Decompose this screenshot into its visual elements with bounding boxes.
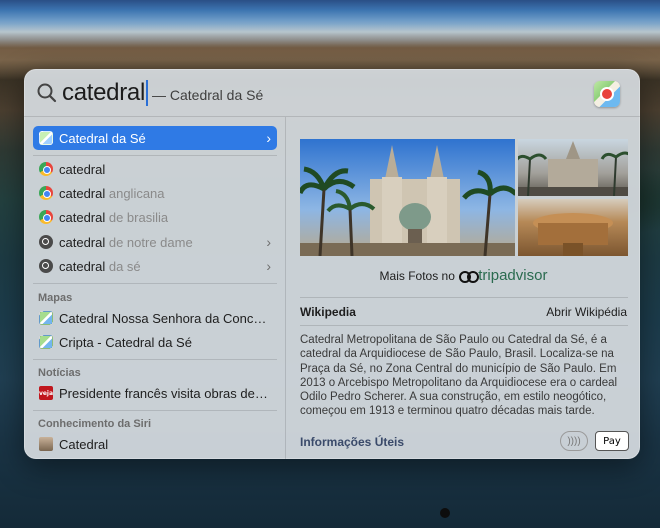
photo-gallery[interactable]: [300, 139, 634, 256]
results-list: Catedral da Sé › catedral catedral angli…: [24, 117, 286, 459]
news-result-label: Presidente francês visita obras de Not..…: [59, 385, 271, 401]
suggestion-row[interactable]: catedral de notre dame ›: [33, 230, 277, 254]
map-icon: [39, 131, 53, 145]
suggestion-typed: catedral: [59, 161, 106, 177]
divider: [33, 283, 277, 284]
tripadvisor-owl-icon: [459, 271, 480, 283]
suggestion-rest: da sé: [105, 258, 141, 274]
suggestion-typed: catedral: [59, 185, 106, 201]
suggestion-row[interactable]: catedral de brasilia: [33, 205, 277, 229]
maps-app-icon[interactable]: [594, 81, 620, 107]
siri-result-label: Catedral: [59, 436, 109, 452]
open-wikipedia-link[interactable]: Abrir Wikipédia: [546, 305, 627, 319]
spotlight-window: catedral — Catedral da Sé Catedral da Sé…: [24, 69, 640, 459]
suggestion-row[interactable]: catedral da sé ›: [33, 254, 277, 278]
cathedral-photo[interactable]: [300, 139, 515, 256]
suggestion-rest: de brasilia: [105, 209, 169, 225]
chrome-icon: [39, 186, 53, 200]
apple-pay-icon: Pay: [595, 431, 629, 451]
news-result-row[interactable]: veja Presidente francês visita obras de …: [33, 381, 277, 405]
map-icon: [39, 311, 53, 325]
search-bar[interactable]: catedral — Catedral da Sé: [24, 69, 640, 117]
preview-pane: Mais Fotos no tripadvisor Wikipedia Abri…: [287, 117, 640, 459]
useful-info-title: Informações Úteis: [300, 435, 405, 449]
wikipedia-title: Wikipedia: [300, 305, 356, 319]
chevron-right-icon: ›: [266, 234, 271, 250]
suggestion-rest: anglicana: [105, 185, 165, 201]
chrome-icon: [39, 210, 53, 224]
chevron-right-icon: ›: [266, 130, 271, 146]
more-photos-label: Mais Fotos no: [379, 269, 455, 283]
contactless-payment-icon: )))): [560, 431, 588, 451]
map-result-row[interactable]: Cripta - Catedral da Sé: [33, 330, 277, 354]
search-query[interactable]: catedral: [62, 79, 145, 107]
search-icon: [37, 83, 57, 102]
map-result-label: Cripta - Catedral da Sé: [59, 334, 192, 350]
news-icon: veja: [39, 386, 53, 400]
search-completion: — Catedral da Sé: [151, 86, 264, 103]
suggestion-rest: de notre dame: [105, 234, 193, 250]
pulpit-illustration: [533, 213, 613, 256]
tripadvisor-link[interactable]: Mais Fotos no tripadvisor: [287, 267, 640, 284]
text-caret: [145, 79, 148, 106]
map-result-row[interactable]: Catedral Nossa Senhora da Conceiçã...: [33, 306, 277, 330]
apple-pay-label: Pay: [603, 435, 621, 447]
suggestion-typed: catedral: [59, 209, 106, 225]
search-icon: [39, 259, 53, 273]
chevron-right-icon: ›: [266, 258, 271, 274]
tripadvisor-logo: tripadvisor: [478, 267, 548, 284]
section-label-maps: Mapas: [38, 292, 73, 304]
siri-knowledge-icon: [39, 437, 53, 451]
section-label-siri: Conhecimento da Siri: [38, 418, 152, 430]
suggestion-typed: catedral: [59, 234, 106, 250]
suggestion-row[interactable]: catedral anglicana: [33, 181, 277, 205]
map-result-label: Catedral Nossa Senhora da Conceiçã...: [59, 310, 271, 326]
suggestion-typed: catedral: [59, 258, 106, 274]
map-icon: [39, 335, 53, 349]
divider: [33, 359, 277, 360]
cathedral-interior-thumbnail[interactable]: [518, 199, 628, 256]
top-hit-row[interactable]: Catedral da Sé ›: [33, 126, 277, 150]
search-icon: [39, 235, 53, 249]
divider: [33, 155, 277, 156]
divider: [300, 325, 628, 326]
top-hit-label: Catedral da Sé: [59, 130, 146, 146]
cathedral-illustration: [514, 141, 634, 197]
divider: [33, 410, 277, 411]
siri-result-row[interactable]: Catedral: [33, 432, 277, 456]
wikipedia-summary: Catedral Metropolitana de São Paulo ou C…: [300, 334, 618, 418]
cathedral-illustration: [300, 139, 515, 256]
divider: [300, 297, 628, 298]
cathedral-photo-thumbnail[interactable]: [514, 139, 634, 197]
wallpaper-rock: [440, 508, 450, 518]
chrome-icon: [39, 162, 53, 176]
suggestion-row[interactable]: catedral: [33, 157, 277, 181]
section-label-news: Notícias: [38, 367, 81, 379]
